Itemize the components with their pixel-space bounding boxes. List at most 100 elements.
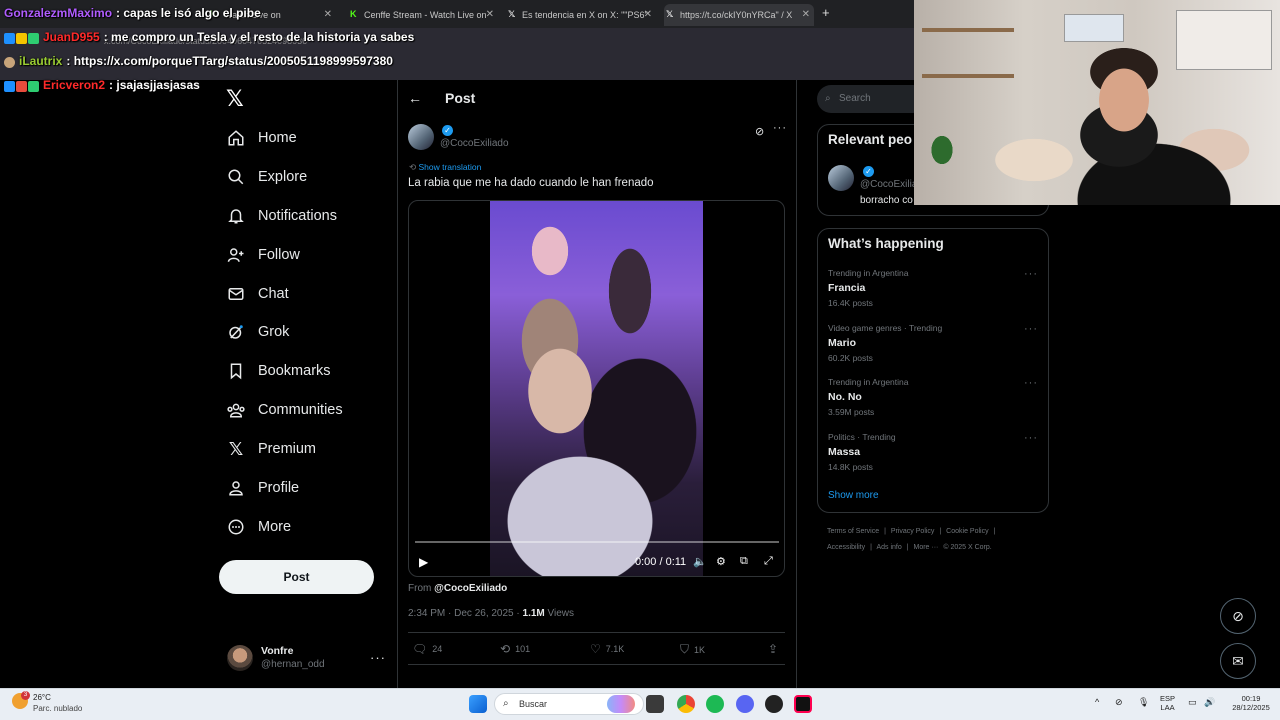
browser-tab[interactable]: 𝕏 Es tendencia en X on X: ""PS6" ✕ — [506, 4, 656, 26]
avatar-badge-icon — [4, 57, 15, 69]
search-highlight-icon[interactable] — [607, 695, 635, 713]
show-more-link[interactable]: Show more — [828, 490, 879, 501]
grok-icon[interactable]: ⊘ — [755, 125, 764, 138]
back-arrow-icon[interactable]: ← — [408, 90, 422, 106]
fullscreen-icon[interactable]: ⤢ — [764, 555, 773, 568]
video-source: From @CocoExiliado — [408, 583, 507, 594]
nav-label: Communities — [258, 402, 343, 418]
footer-links: Accessibility | Ads info | More ··· © 20… — [827, 544, 995, 551]
search-placeholder: Search — [839, 93, 871, 104]
footer-link[interactable]: Terms of Service — [827, 528, 879, 535]
mail-icon — [226, 284, 246, 304]
nav-item-notifications[interactable]: Notifications — [226, 202, 337, 230]
video-progress-bar[interactable] — [415, 541, 779, 543]
nav-item-profile[interactable]: Profile — [226, 474, 299, 502]
footer-link[interactable]: More ··· — [914, 544, 939, 551]
volume-icon[interactable]: 🔊 — [1204, 697, 1215, 708]
footer-link[interactable]: Ads info — [876, 544, 901, 551]
volume-icon[interactable]: 🔈 — [693, 555, 707, 568]
relevant-handle[interactable]: @CocoExilia — [860, 179, 917, 190]
avatar[interactable] — [828, 165, 854, 191]
shelf — [922, 74, 1014, 78]
avatar — [227, 645, 253, 671]
footer-link[interactable]: Accessibility — [827, 544, 865, 551]
post-text: La rabia que me ha dado cuando le han fr… — [408, 177, 654, 189]
more-icon[interactable]: ··· — [1024, 432, 1038, 444]
nav-item-grok[interactable]: Grok — [226, 318, 289, 346]
x-logo-icon[interactable]: 𝕏 — [226, 88, 246, 110]
new-tab-button[interactable]: + — [822, 5, 830, 20]
close-icon[interactable]: ✕ — [324, 4, 332, 26]
trend-name: No. No — [828, 391, 862, 403]
share-button[interactable]: ⇪ — [768, 642, 783, 656]
language-indicator[interactable]: ESP LAA — [1160, 694, 1175, 712]
nav-item-communities[interactable]: Communities — [226, 396, 343, 424]
picture-in-picture-icon[interactable]: ⧉ — [740, 555, 748, 568]
network-icon[interactable]: ⊘ — [1115, 697, 1123, 708]
discord-icon[interactable] — [736, 695, 754, 713]
windows-start-icon[interactable] — [469, 695, 487, 713]
views-label: Views — [544, 608, 575, 619]
footer-copyright: © 2025 X Corp. — [943, 544, 992, 551]
microphone-icon[interactable]: 🎙 — [1138, 697, 1149, 708]
trend-item[interactable]: Trending in Argentina No. No 3.59M posts… — [828, 377, 1038, 417]
nav-item-premium[interactable]: 𝕏 Premium — [226, 435, 316, 463]
close-icon[interactable]: ✕ — [802, 4, 810, 26]
from-handle[interactable]: @CocoExiliado — [434, 583, 507, 594]
author-handle[interactable]: @CocoExiliado — [440, 138, 509, 149]
bookmark-button[interactable]: ⛉ 1K — [680, 642, 705, 657]
nav-item-follow[interactable]: Follow — [226, 241, 300, 269]
show-translation-link[interactable]: ⟲ Show translation — [409, 162, 481, 173]
spotify-icon[interactable] — [706, 695, 724, 713]
obs-icon[interactable] — [765, 695, 783, 713]
grok-fab-icon[interactable]: ⊘ — [1220, 598, 1256, 634]
post-timestamp[interactable]: 2:34 PM · Dec 26, 2025 · — [408, 608, 523, 619]
more-icon[interactable]: ··· — [773, 122, 787, 134]
browser-tab-active[interactable]: 𝕏 https://t.co/ckIY0nYRCa" / X ✕ — [664, 4, 814, 26]
settings-gear-icon[interactable]: ⚙ — [716, 555, 726, 568]
display-icon[interactable]: ▭ — [1188, 697, 1197, 708]
close-icon[interactable]: ✕ — [486, 4, 494, 26]
more-icon[interactable]: ··· — [1024, 268, 1038, 280]
more-icon[interactable]: ··· — [1024, 323, 1038, 335]
compose-post-button[interactable]: Post — [219, 560, 374, 594]
chrome-icon[interactable] — [677, 695, 695, 713]
nav-item-bookmarks[interactable]: Bookmarks — [226, 357, 331, 385]
footer-link[interactable]: Cookie Policy — [946, 528, 988, 535]
browser-tab-title: https://t.co/ckIY0nYRCa" / X — [680, 10, 793, 20]
like-button[interactable]: ♡ 7.1K — [590, 642, 624, 656]
clock[interactable]: 00:19 28/12/2025 — [1227, 694, 1275, 712]
trend-item[interactable]: Video game genres · Trending Mario 60.2K… — [828, 323, 1038, 363]
author-avatar[interactable] — [408, 124, 434, 150]
trend-item[interactable]: Politics · Trending Massa 14.8K posts ··… — [828, 432, 1038, 472]
search-input[interactable]: ⌕ Search — [817, 85, 927, 113]
nav-item-home[interactable]: Home — [226, 124, 297, 152]
footer-separator: | — [884, 528, 886, 535]
browser-tab[interactable]: K Cenffe Stream - Watch Live on ✕ — [348, 4, 498, 26]
trend-posts: 60.2K posts — [828, 353, 873, 363]
chevron-up-icon[interactable]: ^ — [1095, 697, 1099, 707]
trend-item[interactable]: Trending in Argentina Francia 16.4K post… — [828, 268, 1038, 308]
play-icon[interactable]: ▶ — [419, 555, 428, 569]
more-icon[interactable]: ··· — [1024, 377, 1038, 389]
browser-tab-title: Es tendencia en X on X: ""PS6" — [522, 10, 648, 20]
views-count: 1.1M — [522, 608, 545, 619]
nav-label: Grok — [258, 324, 290, 340]
nav-item-more[interactable]: More — [226, 513, 291, 541]
search-icon: ⌕ — [825, 93, 831, 104]
footer-link[interactable]: Privacy Policy — [891, 528, 935, 535]
video-player[interactable]: ▶ 0:00 / 0:11 🔈 ⚙ ⧉ ⤢ — [408, 200, 785, 577]
account-switcher[interactable]: Vonfre @hernan_odd ··· — [227, 645, 387, 675]
page-title: Post — [445, 90, 476, 106]
more-icon: ··· — [370, 650, 386, 665]
tiktok-icon[interactable] — [794, 695, 812, 713]
close-icon[interactable]: ✕ — [644, 4, 652, 26]
repost-button[interactable]: ⟲ 101 — [500, 642, 530, 656]
reply-button[interactable]: 🗨 24 — [412, 642, 442, 656]
nav-item-explore[interactable]: Explore — [226, 163, 307, 191]
post-meta: 2:34 PM · Dec 26, 2025 · 1.1M Views — [408, 608, 574, 619]
column-divider — [796, 80, 797, 688]
file-explorer-icon[interactable] — [646, 695, 664, 713]
messages-fab-icon[interactable]: ✉ — [1220, 643, 1256, 679]
nav-item-chat[interactable]: Chat — [226, 280, 289, 308]
